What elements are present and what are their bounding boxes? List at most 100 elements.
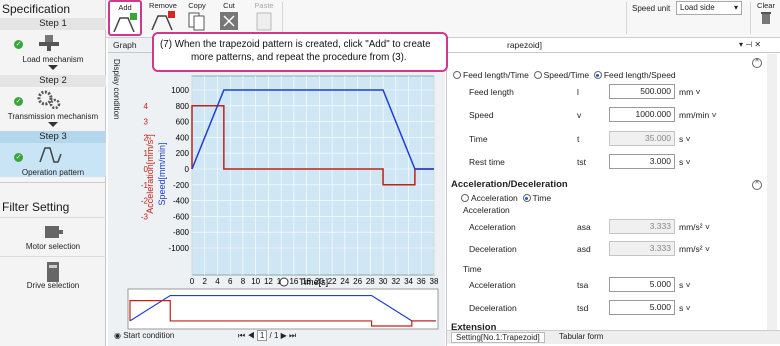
- gears-icon: [37, 90, 61, 110]
- step-2[interactable]: Step 2 ✓ Transmission mechanism: [0, 75, 106, 121]
- motor-selection-button[interactable]: Motor selection: [0, 217, 106, 255]
- left-panel: Specification settings Step 1 ✓ Load mec…: [0, 0, 106, 346]
- radio-speed-time[interactable]: Speed/Time: [533, 70, 589, 80]
- accel-time-unit[interactable]: s ˅: [679, 280, 691, 290]
- radio-feed-length-speed[interactable]: Feed length/Speed: [593, 70, 676, 80]
- paste-button[interactable]: Paste: [250, 0, 278, 36]
- drive-selection-label: Drive selection: [26, 281, 80, 290]
- speed-unit-select[interactable]: Load side ▾: [676, 1, 742, 15]
- drive-mode-radios: Feed length/Time Speed/Time Feed length/…: [453, 70, 676, 80]
- paste-icon: [256, 12, 272, 31]
- decel-time-unit[interactable]: s ˅: [679, 303, 691, 313]
- start-condition-link[interactable]: ◉ Start condition: [114, 331, 174, 340]
- speed-tick-label: -400: [173, 197, 190, 206]
- x-axis-label: Time[s]: [299, 277, 328, 287]
- speed-axis-label: Speed[mm/min]: [157, 142, 167, 205]
- bottom-tabs: Setting[No.1:Trapezoid] Tabular form: [447, 330, 780, 344]
- tab-setting[interactable]: Setting[No.1:Trapezoid]: [451, 332, 545, 343]
- x-tick-label: 32: [391, 277, 400, 286]
- speed-symbol: v: [577, 110, 582, 120]
- scrollbar[interactable]: [767, 54, 777, 330]
- prev-page-icon[interactable]: ◀: [247, 331, 254, 340]
- decel-row: Deceleration asd 3.333 mm/s² ˅: [447, 241, 767, 257]
- clear-button[interactable]: Clear: [754, 0, 778, 36]
- accel-unit[interactable]: mm/s² ˅: [679, 222, 710, 232]
- accel-axis-label: Acceleration[mm/s²]: [145, 134, 155, 214]
- radio-circle-selected: [522, 194, 531, 202]
- speed-tick-label: 800: [176, 102, 190, 111]
- decel-input: 3.333: [609, 241, 675, 256]
- speed-tick-label: -800: [173, 228, 190, 237]
- rest-time-input[interactable]: 3.000: [609, 154, 675, 169]
- first-page-icon[interactable]: ⏮: [238, 331, 245, 340]
- time-unit[interactable]: s ˅: [679, 134, 691, 144]
- collapse-icon[interactable]: ^: [752, 58, 762, 68]
- copy-button[interactable]: Copy: [182, 0, 212, 36]
- step-3-header: Step 3: [0, 131, 106, 143]
- decel-time-input[interactable]: 5.000: [609, 300, 675, 315]
- remove-label: Remove: [149, 1, 177, 10]
- add-label: Add: [118, 3, 132, 12]
- feed-length-unit[interactable]: mm ˅: [679, 87, 701, 97]
- pager: ⏮ ◀ 1 / 1 ▶ ⏭: [238, 330, 296, 341]
- accel-symbol: asa: [577, 222, 591, 232]
- step-1[interactable]: Step 1 ✓ Load mechanism: [0, 18, 106, 64]
- settings-panel-title: rapezoid]: [507, 40, 542, 50]
- x-tick-label: 12: [264, 277, 273, 286]
- callout-line-2: more patterns, and repeat the procedure …: [191, 52, 407, 63]
- overview-toggle-icon: [279, 277, 289, 287]
- next-page-icon[interactable]: ▶: [281, 331, 287, 340]
- x-tick-label: 30: [379, 277, 388, 286]
- time-label: Time: [469, 134, 488, 144]
- copy-icon: [188, 12, 205, 31]
- panel-window-controls[interactable]: ▾ ⊣ ✕: [739, 40, 761, 49]
- rest-time-row: Rest time tst 3.000 s ˅: [447, 154, 767, 170]
- x-tick-label: 16: [289, 277, 298, 286]
- chevron-down-icon: ▾: [733, 3, 738, 12]
- copy-label: Copy: [188, 1, 206, 10]
- divider: [447, 52, 780, 53]
- arrow-down-icon: [48, 122, 58, 127]
- accel-tick-label: 4: [144, 102, 149, 111]
- speed-input[interactable]: 1000.000: [609, 107, 675, 122]
- x-tick-label: 36: [417, 277, 426, 286]
- accel-time-input[interactable]: 5.000: [609, 277, 675, 292]
- rest-time-unit[interactable]: s ˅: [679, 157, 691, 167]
- radio-acceleration[interactable]: Acceleration: [461, 193, 518, 203]
- radio-feed-length-time[interactable]: Feed length/Time: [453, 70, 529, 80]
- accel-input: 3.333: [609, 219, 675, 234]
- cut-icon: [220, 12, 238, 30]
- drive-selection-button[interactable]: Drive selection: [0, 256, 106, 294]
- radio-circle: [453, 71, 461, 79]
- collapse-icon[interactable]: ^: [752, 180, 762, 190]
- rest-time-symbol: tst: [577, 157, 586, 167]
- add-button[interactable]: Add: [108, 0, 142, 36]
- speed-tick-label: 400: [176, 133, 190, 142]
- motor-icon: [45, 226, 63, 238]
- arrow-down-icon: [48, 65, 58, 70]
- speed-tick-labels: 1000 800 600 400 200 0 -200 -400 -600 -800 -1000: [169, 86, 190, 253]
- step-3[interactable]: Step 3 ✓ Operation pattern: [0, 131, 106, 177]
- graph-tab[interactable]: Graph: [113, 38, 137, 52]
- decel-time-label: Deceleration: [469, 303, 517, 313]
- accel-tick-label: 3: [144, 118, 149, 127]
- radio-time[interactable]: Time: [522, 193, 551, 203]
- cut-button[interactable]: Cut: [216, 0, 242, 36]
- remove-pattern-icon: [151, 11, 175, 31]
- remove-button[interactable]: Remove: [146, 0, 180, 36]
- feed-length-input[interactable]: 500.000: [609, 84, 675, 99]
- page-input[interactable]: 1: [256, 330, 268, 341]
- graph-panel: Graph Display condition 0246810121416182…: [108, 38, 445, 346]
- feed-length-row: Feed length l 500.000 mm ˅: [447, 84, 767, 100]
- x-tick-label: 24: [340, 277, 349, 286]
- speed-unit[interactable]: mm/min ˅: [679, 110, 717, 120]
- decel-unit[interactable]: mm/s² ˅: [679, 244, 710, 254]
- x-tick-label: 2: [203, 277, 208, 286]
- tab-tabular-form[interactable]: Tabular form: [555, 332, 607, 341]
- x-tick-label: 34: [404, 277, 413, 286]
- speed-tick-label: 600: [176, 118, 190, 127]
- accel-label: Acceleration: [469, 222, 516, 232]
- last-page-icon[interactable]: ⏭: [289, 331, 296, 340]
- speed-tick-label: 0: [185, 165, 190, 174]
- radio-circle: [533, 71, 542, 79]
